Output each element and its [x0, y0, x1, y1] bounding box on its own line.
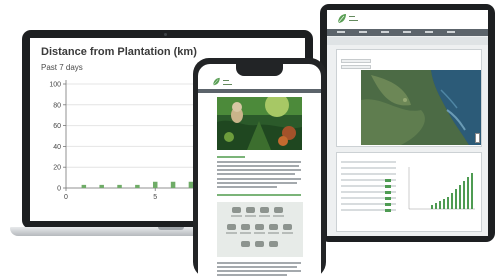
- diagram-node: [269, 224, 278, 230]
- diagram-node: [269, 241, 278, 247]
- diagram-node: [260, 207, 269, 213]
- satellite-map[interactable]: [361, 70, 481, 145]
- tablet-data-card: [336, 152, 482, 232]
- mini-bar-chart: [408, 167, 475, 210]
- status-cell: [385, 179, 391, 182]
- chart-bar: [135, 184, 140, 188]
- phone: ▬▬ ▬▬▬: [193, 58, 326, 278]
- text-line: [217, 186, 277, 188]
- tablet-map-card: [336, 49, 482, 147]
- status-cell: [385, 209, 391, 212]
- phone-logo-text: ▬▬ ▬▬▬: [223, 78, 232, 86]
- tablet-nav-item[interactable]: [403, 31, 411, 33]
- text-line: [217, 173, 295, 175]
- chart-bar: [152, 181, 158, 188]
- leaf-logo-icon: [213, 77, 220, 86]
- phone-screen: ▬▬ ▬▬▬: [198, 64, 321, 278]
- hero-illustration: [217, 97, 302, 150]
- status-cell: [385, 185, 391, 188]
- diagram-label: [245, 215, 256, 217]
- diagram-label: [240, 232, 251, 234]
- diagram-label: [268, 232, 279, 234]
- tablet-logo-text: ▬▬ ▬▬▬: [349, 14, 358, 22]
- status-cell: [385, 191, 391, 194]
- diagram-label: [273, 215, 284, 217]
- diagram-node: [241, 241, 250, 247]
- process-diagram: [217, 202, 303, 257]
- text-line: [217, 165, 299, 167]
- y-tick-label: 100: [49, 82, 61, 89]
- diagram-node: [227, 224, 236, 230]
- text-line: [217, 178, 301, 180]
- text-line: [217, 262, 301, 264]
- diagram-node: [246, 207, 255, 213]
- tablet-nav-item[interactable]: [447, 31, 455, 33]
- tablet: ▬▬ ▬▬▬: [320, 4, 495, 242]
- diagram-node: [232, 207, 241, 213]
- diagram-label: [254, 232, 265, 234]
- diagram-node: [283, 224, 292, 230]
- map-zoom-control[interactable]: [475, 133, 480, 143]
- y-tick-label: 20: [53, 165, 61, 172]
- diagram-label: [282, 232, 293, 234]
- text-line: [217, 270, 301, 272]
- x-tick-label: 5: [153, 194, 157, 201]
- tablet-select-filter[interactable]: [341, 59, 371, 63]
- diagram-label: [259, 215, 270, 217]
- tablet-nav-bar[interactable]: [327, 29, 488, 36]
- y-tick-label: 0: [57, 186, 61, 193]
- section-heading: [217, 194, 301, 196]
- y-tick-label: 40: [53, 144, 61, 151]
- x-tick-label: 0: [64, 194, 68, 201]
- chart-bar: [117, 184, 122, 188]
- text-line: [217, 161, 301, 163]
- phone-nav-bar[interactable]: [198, 89, 321, 93]
- y-tick-label: 80: [53, 102, 61, 109]
- text-line: [217, 266, 297, 268]
- diagram-label: [226, 232, 237, 234]
- tablet-page-titlebar: [327, 37, 488, 45]
- chart-bar: [170, 181, 176, 188]
- text-line: [217, 169, 301, 171]
- tablet-header: ▬▬ ▬▬▬: [327, 10, 488, 29]
- table-row: [341, 173, 396, 175]
- tablet-screen: ▬▬ ▬▬▬: [327, 10, 488, 236]
- text-line: [217, 182, 297, 184]
- diagram-node: [255, 241, 264, 247]
- tablet-select-range[interactable]: [341, 65, 371, 69]
- tablet-nav-item[interactable]: [381, 31, 389, 33]
- table-row: [341, 161, 396, 163]
- status-cell: [385, 203, 391, 206]
- tablet-nav-item[interactable]: [359, 31, 367, 33]
- diagram-node: [274, 207, 283, 213]
- tablet-nav-item[interactable]: [425, 31, 433, 33]
- laptop-camera: [164, 33, 167, 36]
- chart-bar: [99, 184, 104, 188]
- phone-notch: [236, 64, 283, 76]
- y-tick-label: 60: [53, 123, 61, 130]
- article-heading: [217, 156, 245, 158]
- status-cell: [385, 197, 391, 200]
- laptop-notch: [158, 227, 184, 230]
- diagram-label: [231, 215, 242, 217]
- leaf-logo-icon: [337, 14, 346, 24]
- text-line: [217, 274, 287, 276]
- diagram-node: [255, 224, 264, 230]
- chart-bar: [81, 184, 87, 188]
- diagram-node: [241, 224, 250, 230]
- table-row: [341, 167, 396, 169]
- tablet-nav-item[interactable]: [337, 31, 345, 33]
